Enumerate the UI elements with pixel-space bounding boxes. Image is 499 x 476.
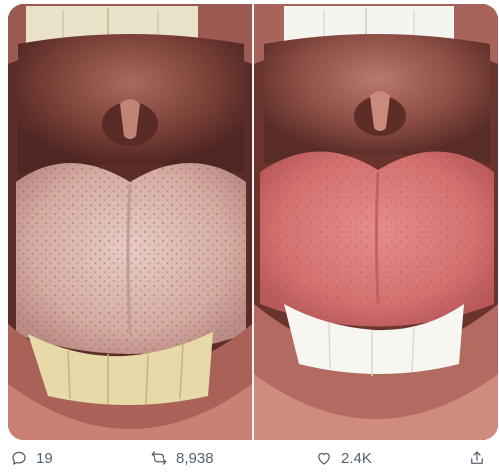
share-icon xyxy=(471,451,483,464)
tongue-after-illustration xyxy=(254,4,498,440)
media-image-before[interactable] xyxy=(8,4,252,440)
reply-button[interactable]: 19 xyxy=(10,449,53,467)
tongue-before-illustration xyxy=(8,4,252,440)
like-count: 2.4K xyxy=(341,449,372,467)
media-image-after[interactable] xyxy=(254,4,498,440)
repost-count: 8,938 xyxy=(176,449,214,467)
share-button[interactable] xyxy=(468,449,486,467)
like-button[interactable]: 2.4K xyxy=(315,449,372,467)
repost-icon xyxy=(151,451,167,465)
like-icon xyxy=(318,452,330,465)
tweet-media[interactable] xyxy=(8,4,498,440)
tweet-action-bar: 19 8,938 2.4K xyxy=(0,440,499,476)
repost-button[interactable]: 8,938 xyxy=(150,449,214,467)
reply-icon xyxy=(12,451,26,465)
reply-count: 19 xyxy=(36,449,53,467)
